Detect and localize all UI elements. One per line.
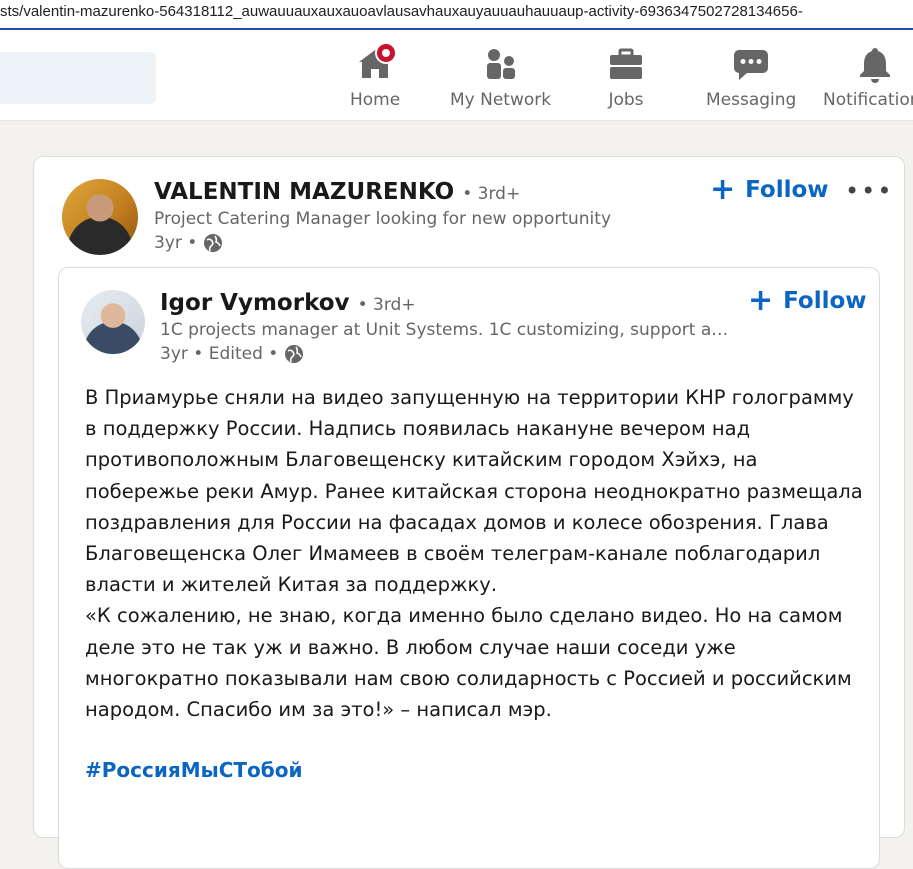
- reshared-author-text: Igor Vymorkov: [160, 290, 350, 316]
- connection-degree: • 3rd+: [462, 184, 521, 204]
- bell-icon: [855, 44, 895, 84]
- post-time: 3yr •: [154, 233, 198, 253]
- nav-home-label: Home: [350, 90, 401, 110]
- avatar[interactable]: [81, 290, 145, 354]
- avatar[interactable]: [62, 179, 138, 255]
- feed-post-card: VALENTIN MAZURENKO • 3rd+ Project Cateri…: [33, 156, 905, 869]
- address-bar[interactable]: sts/valentin-mazurenko-564318112_auwauua…: [0, 0, 913, 30]
- reshared-author-name[interactable]: Igor Vymorkov • 3rd+: [160, 290, 416, 316]
- messaging-icon: [731, 44, 771, 84]
- nav-notifications[interactable]: Notifications: [823, 44, 913, 110]
- url-text: sts/valentin-mazurenko-564318112_auwauua…: [0, 3, 803, 20]
- reshared-author-headline: 1C projects manager at Unit Systems. 1C …: [160, 320, 730, 340]
- hashtag-link[interactable]: #РоссияМыСТобой: [85, 758, 303, 782]
- plus-icon: +: [748, 283, 774, 318]
- author-name-text: VALENTIN MAZURENKO: [154, 179, 455, 205]
- nav-home[interactable]: Home: [350, 42, 401, 110]
- post-author-name[interactable]: VALENTIN MAZURENKO • 3rd+: [154, 179, 520, 205]
- follow-label: Follow: [783, 288, 867, 314]
- reshared-post-time: 3yr • Edited •: [160, 344, 279, 364]
- post-paragraph: «К сожалению, не знаю, когда именно было…: [85, 604, 852, 722]
- post-body: В Приамурье сняли на видео запущенную на…: [85, 382, 865, 725]
- globe-icon: [203, 233, 223, 253]
- globe-icon: [284, 344, 304, 364]
- search-input[interactable]: [0, 52, 156, 104]
- reshared-post: Igor Vymorkov • 3rd+ 1C projects manager…: [58, 267, 880, 869]
- author-headline: Project Catering Manager looking for new…: [154, 209, 611, 229]
- post-paragraph: В Приамурье сняли на видео запущенную на…: [85, 386, 863, 597]
- nav-my-network-label: My Network: [450, 90, 552, 110]
- home-icon: [355, 42, 398, 84]
- plus-icon: +: [710, 172, 736, 207]
- nav-jobs-label: Jobs: [608, 90, 644, 110]
- nav-messaging-label: Messaging: [706, 90, 797, 110]
- briefcase-icon: [606, 44, 646, 84]
- reshared-post-meta: 3yr • Edited •: [160, 344, 304, 364]
- nav-notifications-label: Notifications: [823, 90, 913, 110]
- connection-degree: • 3rd+: [357, 295, 416, 315]
- more-options-button[interactable]: •••: [845, 177, 893, 205]
- nav-messaging[interactable]: Messaging: [706, 44, 796, 110]
- nav-jobs[interactable]: Jobs: [606, 44, 646, 110]
- reshared-follow-button[interactable]: + Follow: [748, 286, 867, 316]
- post-meta: 3yr •: [154, 233, 223, 253]
- follow-label: Follow: [745, 177, 829, 203]
- notification-badge: [375, 42, 398, 64]
- top-navigation: Home My Network Jobs Messaging Notificat…: [0, 30, 913, 121]
- network-icon: [481, 44, 521, 84]
- nav-my-network[interactable]: My Network: [450, 44, 551, 110]
- follow-button[interactable]: + Follow: [710, 175, 829, 205]
